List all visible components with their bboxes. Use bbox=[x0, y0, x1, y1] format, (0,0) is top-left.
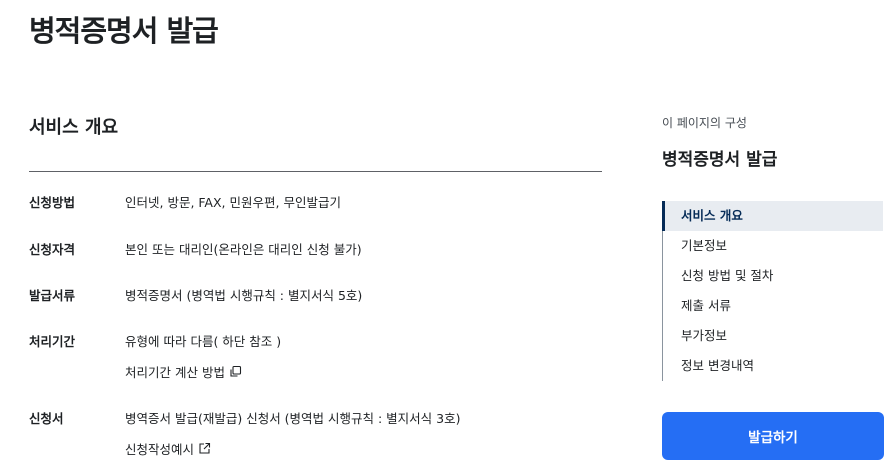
toc-item-change-history[interactable]: 정보 변경내역 bbox=[663, 351, 884, 381]
row-value-processing-period: 유형에 따라 다름( 하단 참조 ) bbox=[125, 334, 282, 349]
page-title: 병적증명서 발급 bbox=[29, 14, 219, 48]
row-label-application-method: 신청방법 bbox=[29, 195, 76, 210]
row-value-issued-document: 병적증명서 (병역법 시행규칙 : 별지서식 5호) bbox=[125, 288, 363, 303]
toc-title: 병적증명서 발급 bbox=[662, 150, 778, 170]
toc-caption: 이 페이지의 구성 bbox=[662, 116, 747, 130]
toc-item-service-overview[interactable]: 서비스 개요 bbox=[662, 201, 883, 231]
row-value-application-form: 병역증서 발급(재발급) 신청서 (병역법 시행규칙 : 별지서식 3호) bbox=[125, 411, 461, 426]
issue-button[interactable]: 발급하기 bbox=[662, 412, 884, 460]
processing-period-calc-link-label: 처리기간 계산 방법 bbox=[125, 365, 225, 380]
toc-item-additional-info[interactable]: 부가정보 bbox=[663, 321, 884, 351]
processing-period-calc-link[interactable]: 처리기간 계산 방법 bbox=[125, 362, 242, 381]
external-link-icon bbox=[198, 442, 211, 455]
application-example-link[interactable]: 신청작성예시 bbox=[125, 439, 211, 458]
application-example-link-label: 신청작성예시 bbox=[125, 442, 195, 457]
row-label-issued-document: 발급서류 bbox=[29, 288, 76, 303]
row-value-eligibility: 본인 또는 대리인(온라인은 대리인 신청 불가) bbox=[125, 242, 362, 257]
toc-item-required-documents[interactable]: 제출 서류 bbox=[663, 291, 884, 321]
row-label-application-form: 신청서 bbox=[29, 411, 64, 426]
row-label-processing-period: 처리기간 bbox=[29, 334, 76, 349]
copy-icon bbox=[229, 365, 242, 378]
row-value-application-method: 인터넷, 방문, FAX, 민원우편, 무인발급기 bbox=[125, 195, 341, 210]
toc-item-application-procedure[interactable]: 신청 방법 및 절차 bbox=[663, 261, 884, 291]
toc-nav: 서비스 개요 기본정보 신청 방법 및 절차 제출 서류 부가정보 정보 변경내… bbox=[662, 201, 885, 381]
toc-item-basic-info[interactable]: 기본정보 bbox=[663, 231, 884, 261]
section-divider bbox=[29, 171, 602, 172]
section-title: 서비스 개요 bbox=[29, 117, 119, 138]
row-label-eligibility: 신청자격 bbox=[29, 242, 76, 257]
